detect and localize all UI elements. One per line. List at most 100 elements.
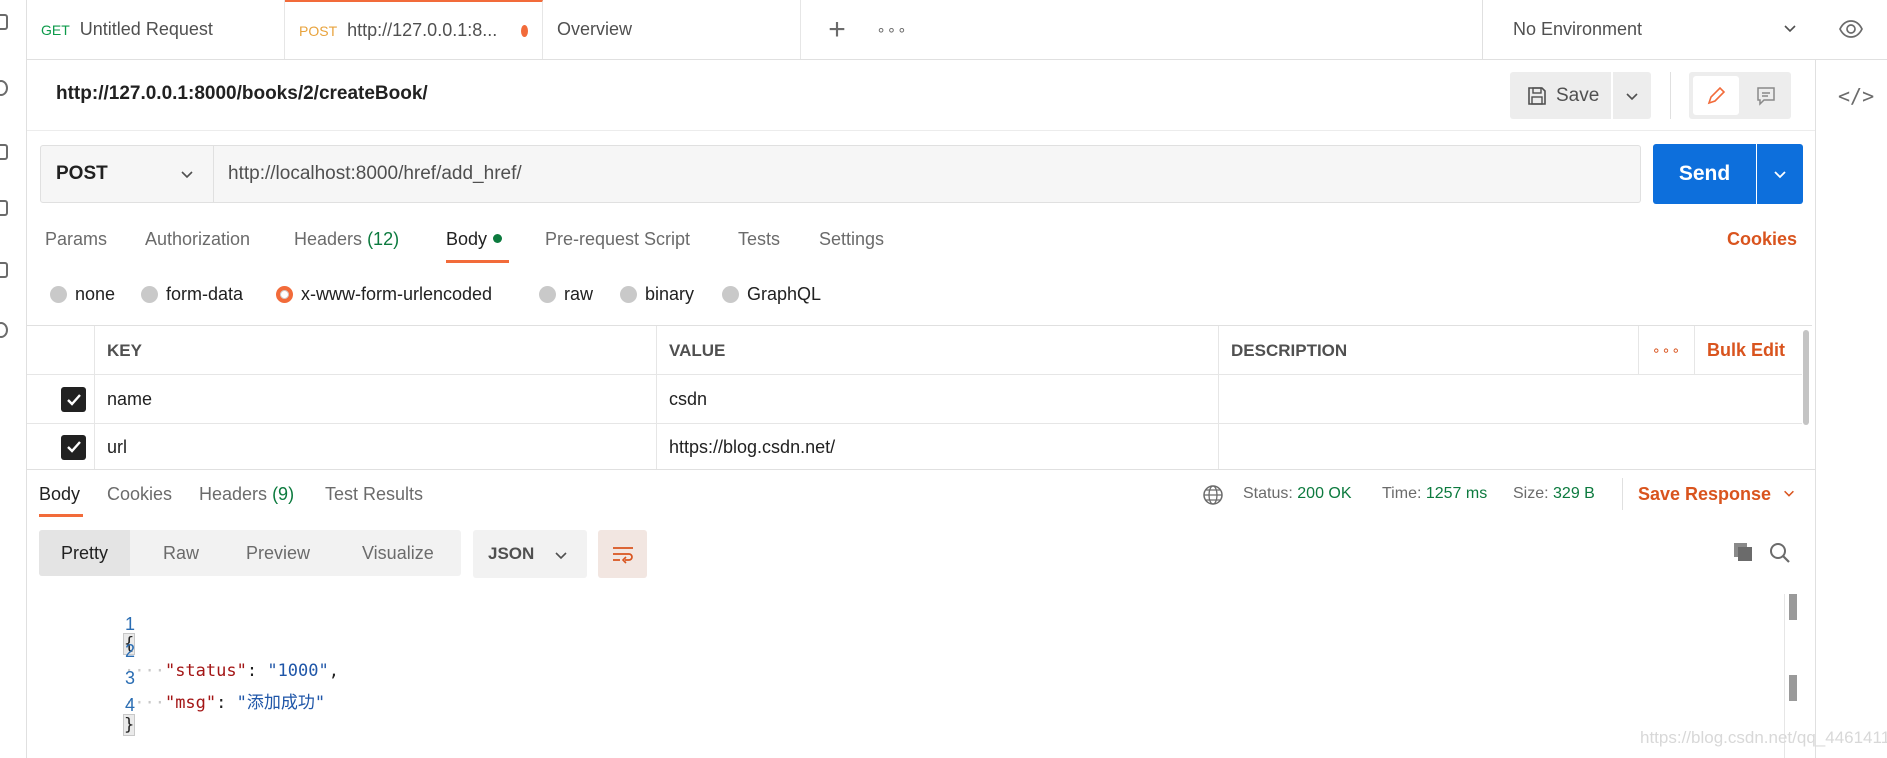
http-method-select[interactable]: POST	[40, 145, 214, 203]
tab-title: Untitled Request	[79, 19, 213, 39]
description-cell[interactable]	[1218, 375, 1802, 424]
view-raw[interactable]: Raw	[163, 530, 199, 576]
checkmark-icon	[61, 434, 86, 460]
history-icon[interactable]	[0, 322, 8, 338]
tab-untitled-request[interactable]: GET Untitled Request	[27, 0, 285, 59]
table-scrollbar[interactable]	[1803, 330, 1809, 425]
json-key: "status"	[164, 661, 247, 681]
tab-headers[interactable]: Headers (12)	[294, 229, 399, 250]
save-button[interactable]: Save	[1510, 72, 1611, 119]
response-size[interactable]: Size: 329 B	[1513, 485, 1595, 503]
tab-label: Cookies	[107, 484, 173, 504]
tab-authorization[interactable]: Authorization	[145, 229, 250, 250]
json-value: "1000"	[267, 661, 329, 681]
collections-icon[interactable]	[0, 14, 8, 30]
response-tab-headers[interactable]: Headers (9)	[199, 484, 294, 505]
key-cell[interactable]: name	[94, 375, 656, 424]
table-options-button[interactable]: ∘∘∘	[1638, 326, 1694, 375]
radio-label: GraphQL	[747, 284, 822, 304]
code-scroll-marker[interactable]	[1789, 675, 1797, 701]
comments-button[interactable]	[1743, 76, 1789, 115]
code-scroll-marker[interactable]	[1789, 594, 1797, 620]
body-type-binary[interactable]: binary	[620, 284, 694, 305]
response-divider[interactable]	[27, 469, 1815, 470]
bulk-edit-button[interactable]: Bulk Edit	[1694, 326, 1802, 375]
checkbox-column-header	[27, 326, 94, 375]
right-sidebar-rail: </>	[1815, 60, 1887, 758]
save-response-button[interactable]: Save Response	[1638, 484, 1796, 505]
body-type-raw[interactable]: raw	[539, 284, 593, 305]
description-cell[interactable]	[1218, 424, 1802, 470]
tab-label: Headers	[199, 484, 268, 504]
body-type-form-data[interactable]: form-data	[141, 284, 243, 305]
copy-icon[interactable]	[1732, 541, 1754, 563]
response-tab-cookies[interactable]: Cookies	[107, 484, 172, 505]
tab-label: Headers	[294, 229, 363, 249]
radio-label: form-data	[166, 284, 244, 304]
response-tab-test-results[interactable]: Test Results	[325, 484, 423, 505]
apis-icon[interactable]	[0, 80, 8, 96]
tab-label: Body	[39, 484, 81, 504]
response-tab-body[interactable]: Body	[39, 484, 80, 505]
view-preview[interactable]: Preview	[246, 530, 310, 576]
cookies-link[interactable]: Cookies	[1727, 229, 1797, 250]
key-cell[interactable]: url	[94, 424, 656, 470]
send-options-button[interactable]	[1757, 144, 1803, 204]
body-type-graphql[interactable]: GraphQL	[722, 284, 821, 305]
search-icon[interactable]	[1768, 541, 1792, 565]
json-key: "msg"	[164, 693, 217, 713]
new-tab-button[interactable]: +	[817, 10, 857, 50]
value-cell[interactable]: https://blog.csdn.net/	[656, 424, 1218, 470]
save-options-button[interactable]	[1613, 72, 1651, 119]
chevron-down-icon	[181, 171, 193, 179]
body-type-none[interactable]: none	[50, 284, 115, 305]
monitors-icon[interactable]	[0, 262, 8, 278]
tab-method: GET	[41, 21, 70, 38]
view-pretty[interactable]: Pretty	[39, 530, 131, 576]
body-set-dot-icon	[493, 234, 503, 244]
value-cell[interactable]: csdn	[656, 375, 1218, 424]
url-value: http://localhost:8000/href/add_href/	[228, 163, 522, 184]
request-name[interactable]: http://127.0.0.1:8000/books/2/createBook…	[56, 83, 428, 105]
description-column-header: DESCRIPTION	[1218, 326, 1638, 375]
format-value: JSON	[488, 544, 535, 563]
tab-options-button[interactable]: ∘∘∘	[872, 10, 912, 50]
tab-settings[interactable]: Settings	[819, 229, 884, 250]
tab-tests[interactable]: Tests	[738, 229, 780, 250]
url-input[interactable]: http://localhost:8000/href/add_href/	[214, 145, 1641, 203]
code-line: 1 {	[60, 594, 136, 655]
tab-params[interactable]: Params	[45, 229, 107, 250]
chevron-down-icon	[1626, 92, 1638, 100]
tab-post-request[interactable]: POST http://127.0.0.1:8...	[285, 0, 543, 59]
radio-label: raw	[564, 284, 594, 304]
code-text: ····"status": "1000",	[124, 661, 339, 681]
tab-title: http://127.0.0.1:8...	[347, 20, 498, 40]
row-checkbox[interactable]	[27, 375, 94, 424]
tab-pre-request-script[interactable]: Pre-request Script	[545, 229, 690, 250]
environments-icon[interactable]	[0, 144, 8, 160]
radio-icon	[620, 286, 637, 303]
tab-overview[interactable]: Overview	[543, 0, 801, 59]
eye-icon[interactable]	[1838, 16, 1864, 42]
response-time[interactable]: Time: 1257 ms	[1382, 485, 1487, 503]
response-status[interactable]: Status: 200 OK	[1243, 485, 1352, 503]
environment-selector[interactable]: No Environment	[1482, 0, 1820, 59]
plus-icon: +	[828, 13, 846, 46]
code-snippet-icon[interactable]: </>	[1838, 84, 1874, 108]
status-divider	[1622, 478, 1623, 510]
body-type-urlencoded[interactable]: x-www-form-urlencoded	[276, 284, 492, 305]
tab-title: Overview	[557, 19, 633, 39]
response-format-select[interactable]: JSON	[473, 530, 587, 578]
send-button[interactable]: Send	[1653, 144, 1756, 204]
row-checkbox[interactable]	[27, 424, 94, 470]
status-value: 200 OK	[1297, 485, 1352, 502]
header-divider	[27, 130, 1815, 131]
mock-servers-icon[interactable]	[0, 200, 8, 216]
response-view-toggle: Pretty Raw Preview Visualize	[39, 530, 461, 576]
edit-mode-button[interactable]	[1693, 76, 1739, 115]
globe-icon[interactable]	[1202, 484, 1224, 506]
line-number: 2	[124, 641, 135, 661]
tab-body[interactable]: Body	[446, 229, 503, 250]
wrap-lines-button[interactable]	[598, 530, 647, 578]
view-visualize[interactable]: Visualize	[362, 530, 434, 576]
